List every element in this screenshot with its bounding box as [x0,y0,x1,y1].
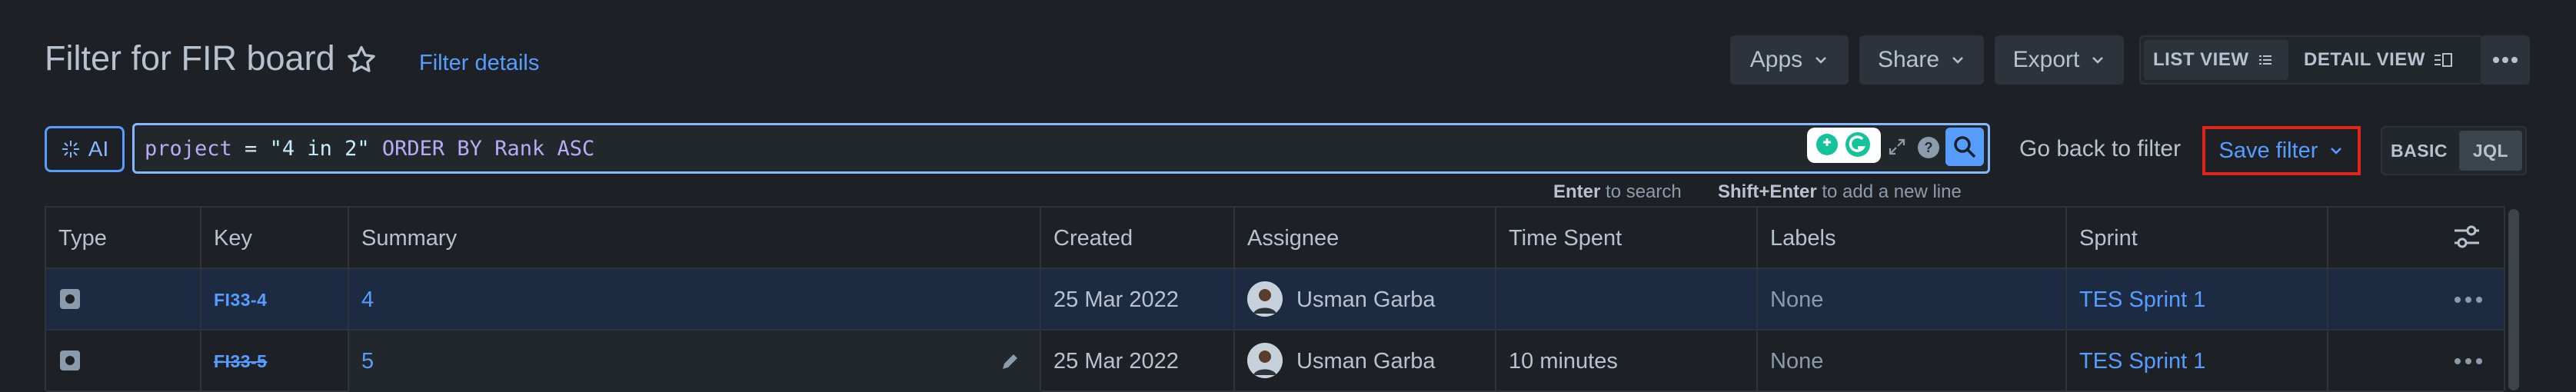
story-type-icon [60,289,80,309]
avatar [1247,343,1283,378]
column-header-labels[interactable]: Labels [1770,223,1835,254]
list-view-button[interactable]: LIST VIEW [2144,40,2288,80]
column-settings-icon[interactable] [2451,223,2482,251]
help-icon[interactable]: ? [1916,135,1941,160]
jql-query-text[interactable]: project = "4 in 2" ORDER BY Rank ASC [145,135,594,163]
jql-mode-button[interactable]: JQL [2459,131,2522,171]
export-button[interactable]: Export [1995,35,2124,85]
detail-view-label: DETAIL VIEW [2304,49,2425,70]
save-filter-label: Save filter [2218,138,2318,163]
column-divider [2327,208,2328,390]
issue-sprint[interactable]: TES Sprint 1 [2079,284,2205,315]
issue-assignee: Usman Garba [1296,287,1436,312]
issue-summary[interactable]: 4 [361,284,374,315]
jql-token: ASC [544,137,595,161]
more-icon[interactable] [2453,295,2484,304]
jql-token: "4 in 2" [269,137,370,161]
column-divider [2065,208,2067,390]
go-back-to-filter-button[interactable]: Go back to filter [2019,134,2181,164]
basic-mode-button[interactable]: BASIC [2385,131,2453,171]
chevron-down-icon [2092,57,2104,64]
column-header-sprint[interactable]: Sprint [2079,223,2138,254]
svg-text:?: ? [1925,140,1933,155]
search-mode-switcher: BASIC JQL [2381,126,2527,175]
chevron-down-icon [2331,148,2342,154]
issue-labels: None [1770,349,1824,374]
table-scrollbar[interactable] [2508,209,2519,390]
summary-cell-hover [349,331,1041,392]
sparkle-icon [62,141,79,158]
jql-token: project [145,137,232,161]
hint-key: Enter [1553,181,1601,202]
share-label: Share [1877,47,1940,72]
column-header-key[interactable]: Key [214,223,252,254]
issue-created: 25 Mar 2022 [1053,287,1179,312]
star-icon[interactable] [344,43,378,77]
hint-shift-enter: Shift+Enter to add a new line [1718,180,1962,204]
jql-token: = [231,137,270,161]
chevron-down-icon [1816,57,1827,64]
jql-token: Rank [494,137,545,161]
view-switcher: LIST VIEW DETAIL VIEW [2139,35,2484,85]
column-divider [348,208,349,390]
column-divider [1233,208,1235,390]
hint-enter: Enter to search [1553,180,1682,204]
page-title: Filter for FIR board [45,38,335,78]
column-header-assignee[interactable]: Assignee [1247,223,1339,254]
share-button[interactable]: Share [1859,35,1984,85]
issue-key[interactable]: FI33-5 [214,346,267,377]
ai-button[interactable]: AI [45,126,125,172]
save-filter-button[interactable]: Save filter [2202,126,2361,175]
column-header-type[interactable]: Type [58,223,107,254]
apps-label: Apps [1749,47,1803,72]
story-type-icon [60,350,80,370]
column-divider [1040,208,1041,390]
expand-icon[interactable] [1885,135,1909,158]
column-header-time-spent[interactable]: Time Spent [1509,223,1622,254]
more-icon [2493,57,2518,63]
column-divider [1495,208,1496,390]
ai-label: AI [88,137,109,161]
apps-button[interactable]: Apps [1730,35,1849,85]
issue-key[interactable]: FI33-4 [214,284,267,315]
issue-summary[interactable]: 5 [361,346,374,377]
hint-text: to search [1600,181,1682,202]
column-divider [1756,208,1758,390]
more-actions-button[interactable] [2481,35,2530,85]
detail-view-button[interactable]: DETAIL VIEW [2295,40,2476,80]
column-header-summary[interactable]: Summary [361,223,457,254]
list-icon [2258,55,2271,65]
column-header-created[interactable]: Created [1053,223,1133,254]
search-icon[interactable] [1945,128,1984,166]
chevron-down-icon [1952,57,1963,64]
detail-view-icon [2434,53,2452,67]
issue-time-spent: 10 minutes [1509,349,1618,374]
issue-created: 25 Mar 2022 [1053,349,1179,374]
column-divider [200,208,201,390]
issue-labels: None [1770,287,1824,312]
issue-sprint[interactable]: TES Sprint 1 [2079,346,2205,377]
hint-text: to add a new line [1816,181,1962,202]
avatar [1247,281,1283,317]
issue-assignee: Usman Garba [1296,349,1436,374]
hint-key: Shift+Enter [1718,181,1817,202]
jql-token: ORDER BY [369,137,495,161]
list-view-label: LIST VIEW [2153,49,2249,70]
filter-details-link[interactable]: Filter details [419,48,539,78]
more-icon[interactable] [2453,357,2484,366]
edit-icon[interactable] [998,350,1021,374]
grammarly-icon[interactable] [1807,128,1881,163]
export-label: Export [2012,47,2080,72]
